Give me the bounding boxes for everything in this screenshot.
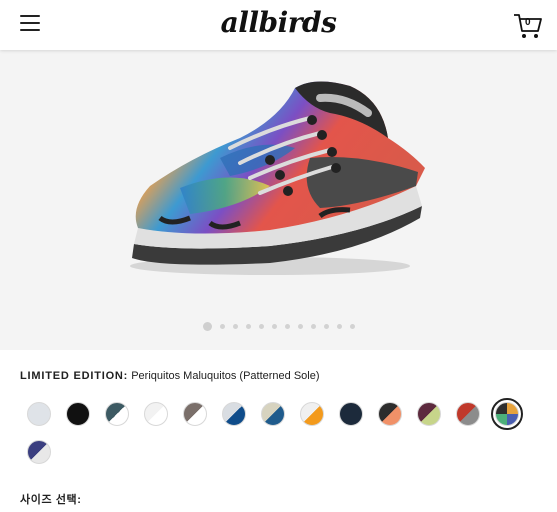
gallery-dot[interactable] — [232, 324, 238, 329]
color-swatch[interactable] — [27, 402, 51, 426]
color-swatch[interactable] — [378, 402, 402, 426]
color-swatch[interactable] — [144, 402, 168, 426]
color-swatch[interactable] — [339, 402, 363, 426]
color-swatch[interactable] — [261, 402, 285, 426]
site-header: allbirds 0 — [0, 0, 557, 50]
product-edition: LIMITED EDITION: Periquitos Maluquitos (… — [20, 370, 320, 382]
gallery-pagination — [0, 322, 557, 331]
edition-name: Periquitos Maluquitos (Patterned Sole) — [131, 370, 320, 382]
color-swatch[interactable] — [456, 402, 480, 426]
edition-label: LIMITED EDITION: — [20, 370, 129, 382]
gallery-dot[interactable] — [202, 322, 212, 331]
color-swatch[interactable] — [183, 402, 207, 426]
color-swatch[interactable] — [66, 402, 90, 426]
gallery-dot[interactable] — [336, 324, 342, 329]
color-swatch[interactable] — [417, 402, 441, 426]
brand-logo[interactable]: allbirds — [0, 6, 557, 39]
color-swatch-list — [27, 398, 547, 478]
gallery-dot[interactable] — [310, 324, 316, 329]
gallery-dot[interactable] — [271, 324, 277, 329]
gallery-dot[interactable] — [297, 324, 303, 329]
gallery-dot[interactable] — [219, 324, 225, 329]
color-swatch[interactable] — [105, 402, 129, 426]
gallery-dot[interactable] — [258, 324, 264, 329]
cart-count-badge: 0 — [525, 17, 531, 28]
gallery-dot[interactable] — [349, 324, 355, 329]
color-swatch[interactable] — [491, 398, 523, 430]
color-swatch[interactable] — [222, 402, 246, 426]
cart-icon[interactable]: 0 — [513, 12, 543, 40]
color-swatch[interactable] — [27, 440, 51, 464]
size-select-label: 사이즈 선택: — [20, 494, 82, 506]
gallery-dot[interactable] — [323, 324, 329, 329]
gallery-dot[interactable] — [245, 324, 251, 329]
product-shoe-image — [130, 81, 425, 275]
product-image-gallery[interactable] — [0, 50, 557, 350]
gallery-dot[interactable] — [284, 324, 290, 329]
color-swatch[interactable] — [300, 402, 324, 426]
